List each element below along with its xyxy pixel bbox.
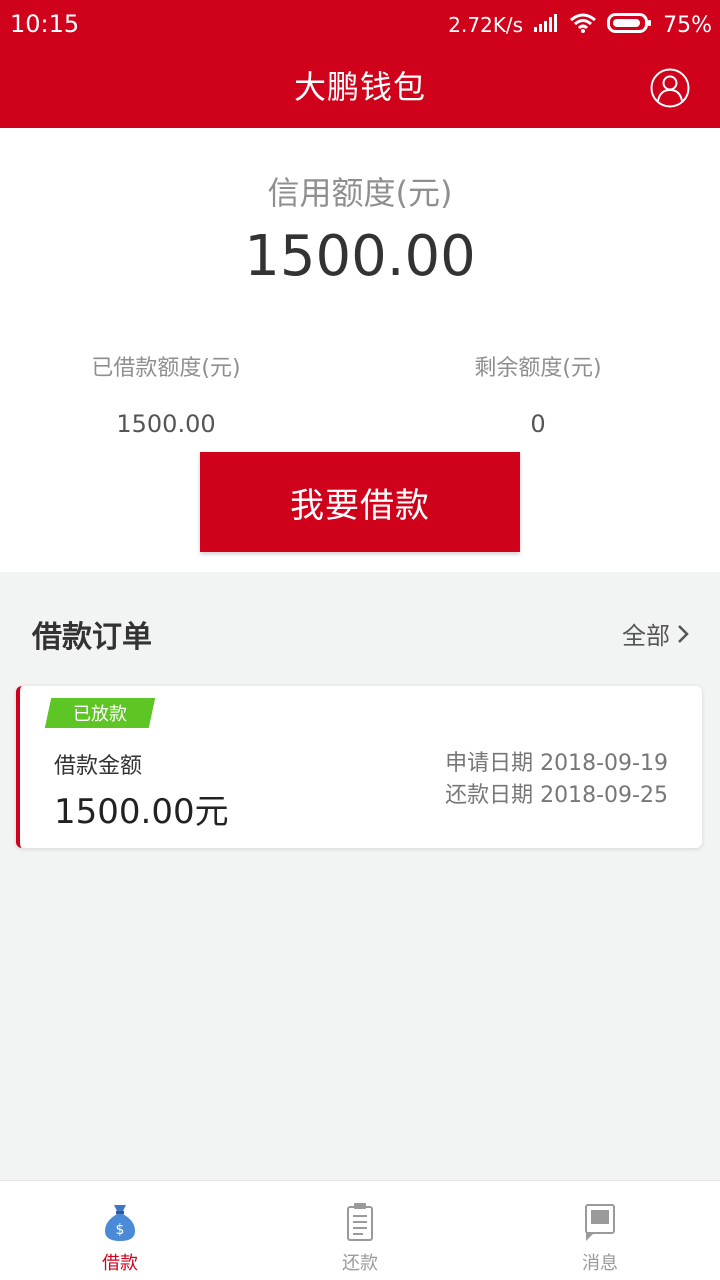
credit-section: 信用额度(元) 1500.00 已借款额度(元) 1500.00 剩余额度(元)… [0, 128, 720, 572]
apply-date: 申请日期 2018-09-19 [445, 751, 668, 776]
message-icon [585, 1204, 615, 1241]
signal-icon [533, 13, 559, 37]
borrowed-value: 1500.00 [116, 410, 216, 438]
wifi-icon [569, 12, 597, 38]
order-status-badge: 已放款 [44, 698, 156, 728]
profile-button[interactable] [650, 68, 690, 108]
remaining-value: 0 [530, 410, 546, 438]
borrowed-stat: 已借款额度(元) 1500.00 [16, 350, 316, 438]
battery-icon [607, 12, 653, 38]
nav-item-borrow[interactable]: $ 借款 [0, 1181, 240, 1280]
credit-limit-label: 信用额度(元) [267, 174, 453, 212]
credit-limit-value: 1500.00 [244, 224, 476, 289]
bottom-navigation: $ 借款 还款 消息 [0, 1180, 720, 1280]
status-time: 10:15 [10, 10, 80, 38]
repay-date: 还款日期 2018-09-25 [445, 783, 668, 808]
borrowed-label: 已借款额度(元) [91, 356, 241, 381]
nav-label-repay: 还款 [342, 1253, 378, 1274]
screen: 10:15 2.72K/s 75% 大鹏钱包 信用额度(元) 1500.00 已… [0, 0, 720, 1280]
order-card[interactable]: 已放款 借款金额 1500.00元 申请日期 2018-09-19 还款日期 2… [16, 686, 702, 848]
svg-text:$: $ [116, 1222, 125, 1238]
money-bag-icon: $ [105, 1205, 135, 1241]
status-bar: 10:15 2.72K/s 75% [0, 0, 720, 48]
page-title: 大鹏钱包 [293, 68, 426, 106]
chevron-right-icon [678, 624, 689, 643]
network-speed: 2.72K/s [448, 13, 524, 37]
status-right: 2.72K/s 75% [448, 10, 712, 40]
order-status-text: 已放款 [73, 704, 127, 725]
nav-item-messages[interactable]: 消息 [480, 1181, 720, 1280]
view-all-orders-link[interactable]: 全部 [622, 616, 690, 651]
remaining-stat: 剩余额度(元) 0 [388, 350, 688, 438]
order-amount-label: 借款金额 [54, 754, 143, 779]
nav-label-borrow: 借款 [102, 1253, 138, 1274]
view-all-label: 全部 [622, 622, 670, 650]
user-profile-icon [650, 68, 690, 108]
nav-label-messages: 消息 [582, 1253, 618, 1274]
orders-header: 借款订单 全部 [0, 596, 720, 670]
clipboard-icon [347, 1203, 373, 1241]
battery-percent: 75% [663, 12, 712, 38]
orders-title: 借款订单 [32, 620, 152, 655]
remaining-label: 剩余额度(元) [474, 356, 602, 381]
nav-item-repay[interactable]: 还款 [240, 1181, 480, 1280]
borrow-button[interactable]: 我要借款 [200, 452, 520, 552]
order-amount: 1500.00元 [54, 792, 229, 832]
order-dates: 申请日期 2018-09-19 还款日期 2018-09-25 [445, 748, 668, 812]
app-header: 10:15 2.72K/s 75% 大鹏钱包 [0, 0, 720, 128]
